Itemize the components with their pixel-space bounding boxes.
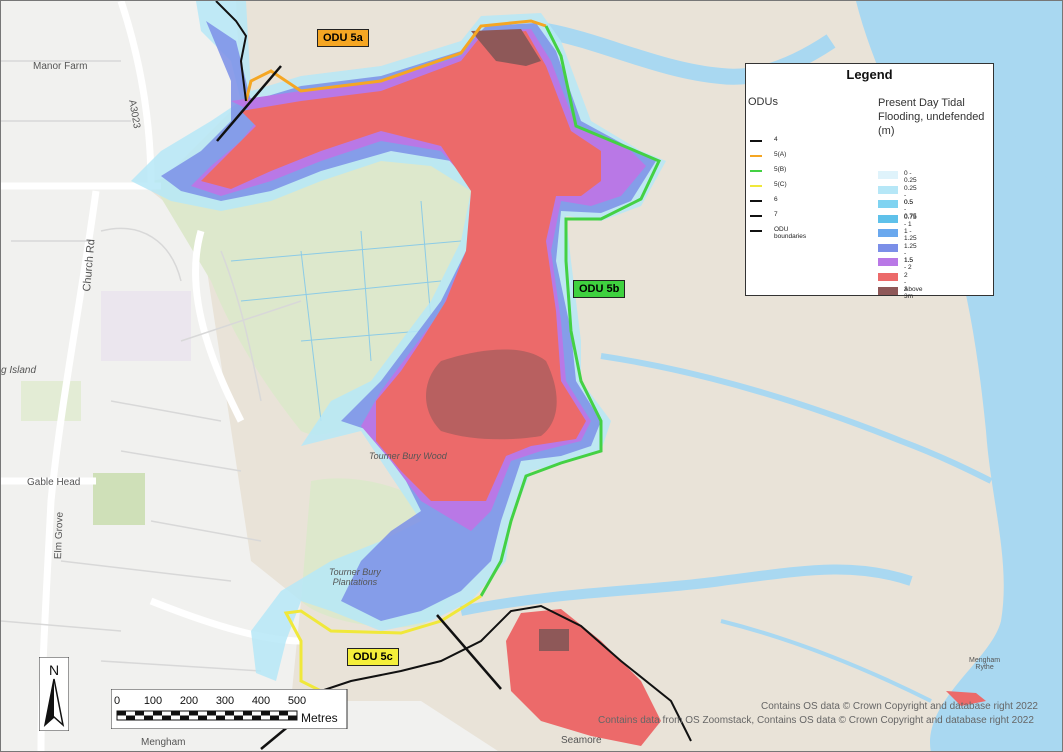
legend-flood-label: 1 - 1.25 bbox=[904, 228, 917, 242]
scale-tick-label: 400 bbox=[252, 695, 270, 707]
flood-above-3m-south bbox=[539, 629, 569, 651]
credit-line-1: Contains OS data © Crown Copyright and d… bbox=[761, 701, 1038, 712]
flood-map: Manor Farm A3023 Church Rd g Island Gabl… bbox=[0, 0, 1063, 752]
scale-segment bbox=[234, 715, 243, 720]
legend-odu-swatch bbox=[750, 140, 762, 142]
legend-flood-heading: Present Day Tidal Flooding, undefended (… bbox=[878, 97, 985, 137]
legend-panel: Legend ODUs Present Day Tidal Flooding, … bbox=[745, 63, 994, 300]
legend-odu-swatch bbox=[750, 230, 762, 232]
scale-segment bbox=[198, 715, 207, 720]
scale-segment bbox=[243, 711, 252, 716]
school-patch bbox=[101, 291, 191, 361]
label-mengham: Mengham bbox=[141, 737, 186, 748]
legend-flood-swatch bbox=[878, 214, 898, 223]
legend-flood-swatch bbox=[878, 171, 898, 179]
scale-segment bbox=[288, 715, 297, 720]
legend-flood-swatch bbox=[878, 287, 898, 295]
scale-tick-label: 300 bbox=[216, 695, 234, 707]
north-arrow-icon: N bbox=[38, 656, 70, 732]
legend-flood-swatch bbox=[878, 258, 898, 266]
green-patch bbox=[93, 473, 145, 525]
legend-odu-swatch bbox=[750, 185, 762, 187]
odu-5c-label: ODU 5c bbox=[347, 648, 399, 666]
scale-tick-label: 500 bbox=[288, 695, 306, 707]
odu-5b-label: ODU 5b bbox=[573, 280, 626, 298]
scale-segment bbox=[153, 711, 162, 716]
odu-5a-label: ODU 5a bbox=[317, 29, 369, 47]
scale-segment bbox=[189, 711, 198, 716]
green-patch-2 bbox=[21, 381, 81, 421]
legend-odu-label: ODU boundaries bbox=[774, 226, 807, 240]
label-manor-farm: Manor Farm bbox=[33, 61, 88, 72]
legend-flood-swatch bbox=[878, 185, 898, 194]
legend-flood-label: 1.5 - 2 bbox=[904, 257, 914, 271]
scale-segment bbox=[171, 711, 180, 716]
scale-tick-label: 0 bbox=[114, 695, 120, 707]
label-elm-grove: Elm Grove bbox=[53, 511, 66, 560]
legend-odu-label: 5(C) bbox=[774, 181, 787, 188]
scale-segment bbox=[117, 711, 126, 716]
legend-odu-swatch bbox=[750, 170, 762, 172]
label-mengham-rythe: Mengham Rythe bbox=[969, 657, 1001, 671]
credit-line-2: Contains data from OS Zoomstack, Contain… bbox=[598, 715, 1034, 726]
legend-odu-swatch bbox=[750, 155, 762, 157]
scale-segment bbox=[261, 711, 270, 716]
north-letter: N bbox=[49, 662, 59, 678]
label-tourner-bury-wood: Tourner Bury Wood bbox=[369, 451, 447, 461]
scale-segment bbox=[180, 715, 189, 720]
legend-odu-heading: ODUs bbox=[748, 96, 778, 108]
legend-odu-label: 5(B) bbox=[774, 166, 787, 173]
scale-segment bbox=[144, 715, 153, 720]
legend-flood-swatch bbox=[878, 229, 898, 237]
legend-flood-label: 0 - 0.25 bbox=[904, 170, 917, 184]
legend-flood-label: 0.75 - 1 bbox=[904, 213, 917, 228]
flood-above-3m-creeks bbox=[426, 349, 557, 440]
legend-odu-label: 7 bbox=[774, 211, 778, 218]
scale-unit: Metres bbox=[301, 711, 338, 725]
legend-flood-swatch bbox=[878, 272, 898, 281]
scale-segment bbox=[162, 715, 171, 720]
label-gable-head: Gable Head bbox=[27, 477, 81, 488]
scale-segment bbox=[252, 715, 261, 720]
label-island: g Island bbox=[1, 365, 37, 376]
scale-tick-label: 100 bbox=[144, 695, 162, 707]
legend-odu-swatch bbox=[750, 215, 762, 217]
scale-segment bbox=[216, 715, 225, 720]
legend-odu-swatch bbox=[750, 200, 762, 202]
scale-segment bbox=[126, 715, 135, 720]
scale-segment bbox=[270, 715, 279, 720]
scale-tick-label: 200 bbox=[180, 695, 198, 707]
legend-flood-swatch bbox=[878, 200, 898, 208]
scale-segment bbox=[225, 711, 234, 716]
north-arrow: N bbox=[38, 656, 70, 736]
label-seamore: Seamore bbox=[561, 735, 602, 746]
legend-odu-label: 5(A) bbox=[774, 151, 787, 158]
legend-title: Legend bbox=[846, 67, 893, 82]
legend-odu-label: 6 bbox=[774, 196, 778, 203]
legend-flood-swatch bbox=[878, 243, 898, 252]
legend-flood-label: Above 3m bbox=[904, 286, 923, 300]
label-tourner-bury-plantations: Tourner Bury Plantations bbox=[329, 567, 381, 587]
legend-odu-label: 4 bbox=[774, 136, 778, 143]
scale-segment bbox=[207, 711, 216, 716]
scale-bar: 0 100 200 300 400 500 Metres bbox=[110, 688, 351, 734]
scale-segment bbox=[279, 711, 288, 716]
scale-segment bbox=[135, 711, 144, 716]
